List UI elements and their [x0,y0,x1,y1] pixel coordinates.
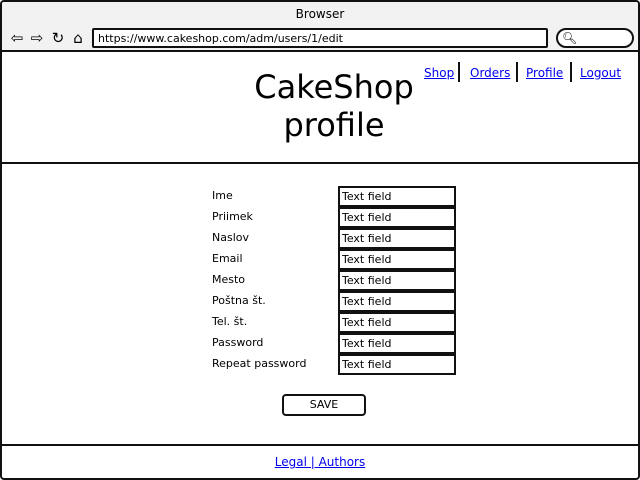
field-label: Mesto [212,273,246,286]
nav-link-orders[interactable]: Orders [470,66,510,80]
password-field[interactable] [338,333,456,354]
form-row-repeat-password: Repeat password [212,354,462,375]
nav-link-profile[interactable]: Profile [526,66,563,80]
browser-search-field[interactable]: 🔍︎ [556,28,634,48]
browser-window: Browser ⇦ ⇨ ↻ ⌂ 🔍︎ CakeShop profile Shop… [0,0,640,480]
priimek-field[interactable] [338,207,456,228]
search-icon: 🔍︎ [562,31,578,45]
tel-st-field[interactable] [338,312,456,333]
page-title-line1: CakeShop [254,68,414,106]
mesto-field[interactable] [338,270,456,291]
field-label: Tel. št. [212,315,248,328]
field-label: Naslov [212,231,249,244]
field-label: Email [212,252,243,265]
window-title: Browser [295,7,345,21]
save-button[interactable]: SAVE [282,394,366,416]
nav-link-shop[interactable]: Shop [424,66,454,80]
nav-link-logout[interactable]: Logout [580,66,621,80]
browser-toolbar: ⇦ ⇨ ↻ ⌂ 🔍︎ [2,26,638,52]
form-row-mesto: Mesto [212,270,462,291]
page-title-line2: profile [283,106,385,144]
profile-form: Ime Priimek Naslov Email Mesto Poštna št… [2,166,638,444]
address-bar[interactable] [92,28,548,48]
page-header: CakeShop profile Shop Orders Profile Log… [2,54,638,164]
form-row-naslov: Naslov [212,228,462,249]
field-label: Repeat password [212,357,307,370]
window-titlebar: Browser [2,2,638,26]
forward-arrow-icon[interactable]: ⇨ [28,29,46,47]
nav-separator [458,62,460,82]
naslov-field[interactable] [338,228,456,249]
page-title: CakeShop profile [234,68,434,144]
form-row-tel-st: Tel. št. [212,312,462,333]
home-icon[interactable]: ⌂ [69,29,87,47]
form-row-email: Email [212,249,462,270]
form-row-ime: Ime [212,186,462,207]
postna-st-field[interactable] [338,291,456,312]
field-label: Poštna št. [212,294,266,307]
email-field[interactable] [338,249,456,270]
nav-separator [516,62,518,82]
page-footer: Legal | Authors [2,444,638,478]
form-row-postna-st: Poštna št. [212,291,462,312]
form-row-priimek: Priimek [212,207,462,228]
field-label: Ime [212,189,233,202]
footer-links[interactable]: Legal | Authors [275,455,366,469]
field-label: Priimek [212,210,253,223]
form-row-password: Password [212,333,462,354]
back-arrow-icon[interactable]: ⇦ [8,29,26,47]
nav-separator [570,62,572,82]
field-label: Password [212,336,264,349]
ime-field[interactable] [338,186,456,207]
repeat-password-field[interactable] [338,354,456,375]
refresh-icon[interactable]: ↻ [49,29,67,47]
